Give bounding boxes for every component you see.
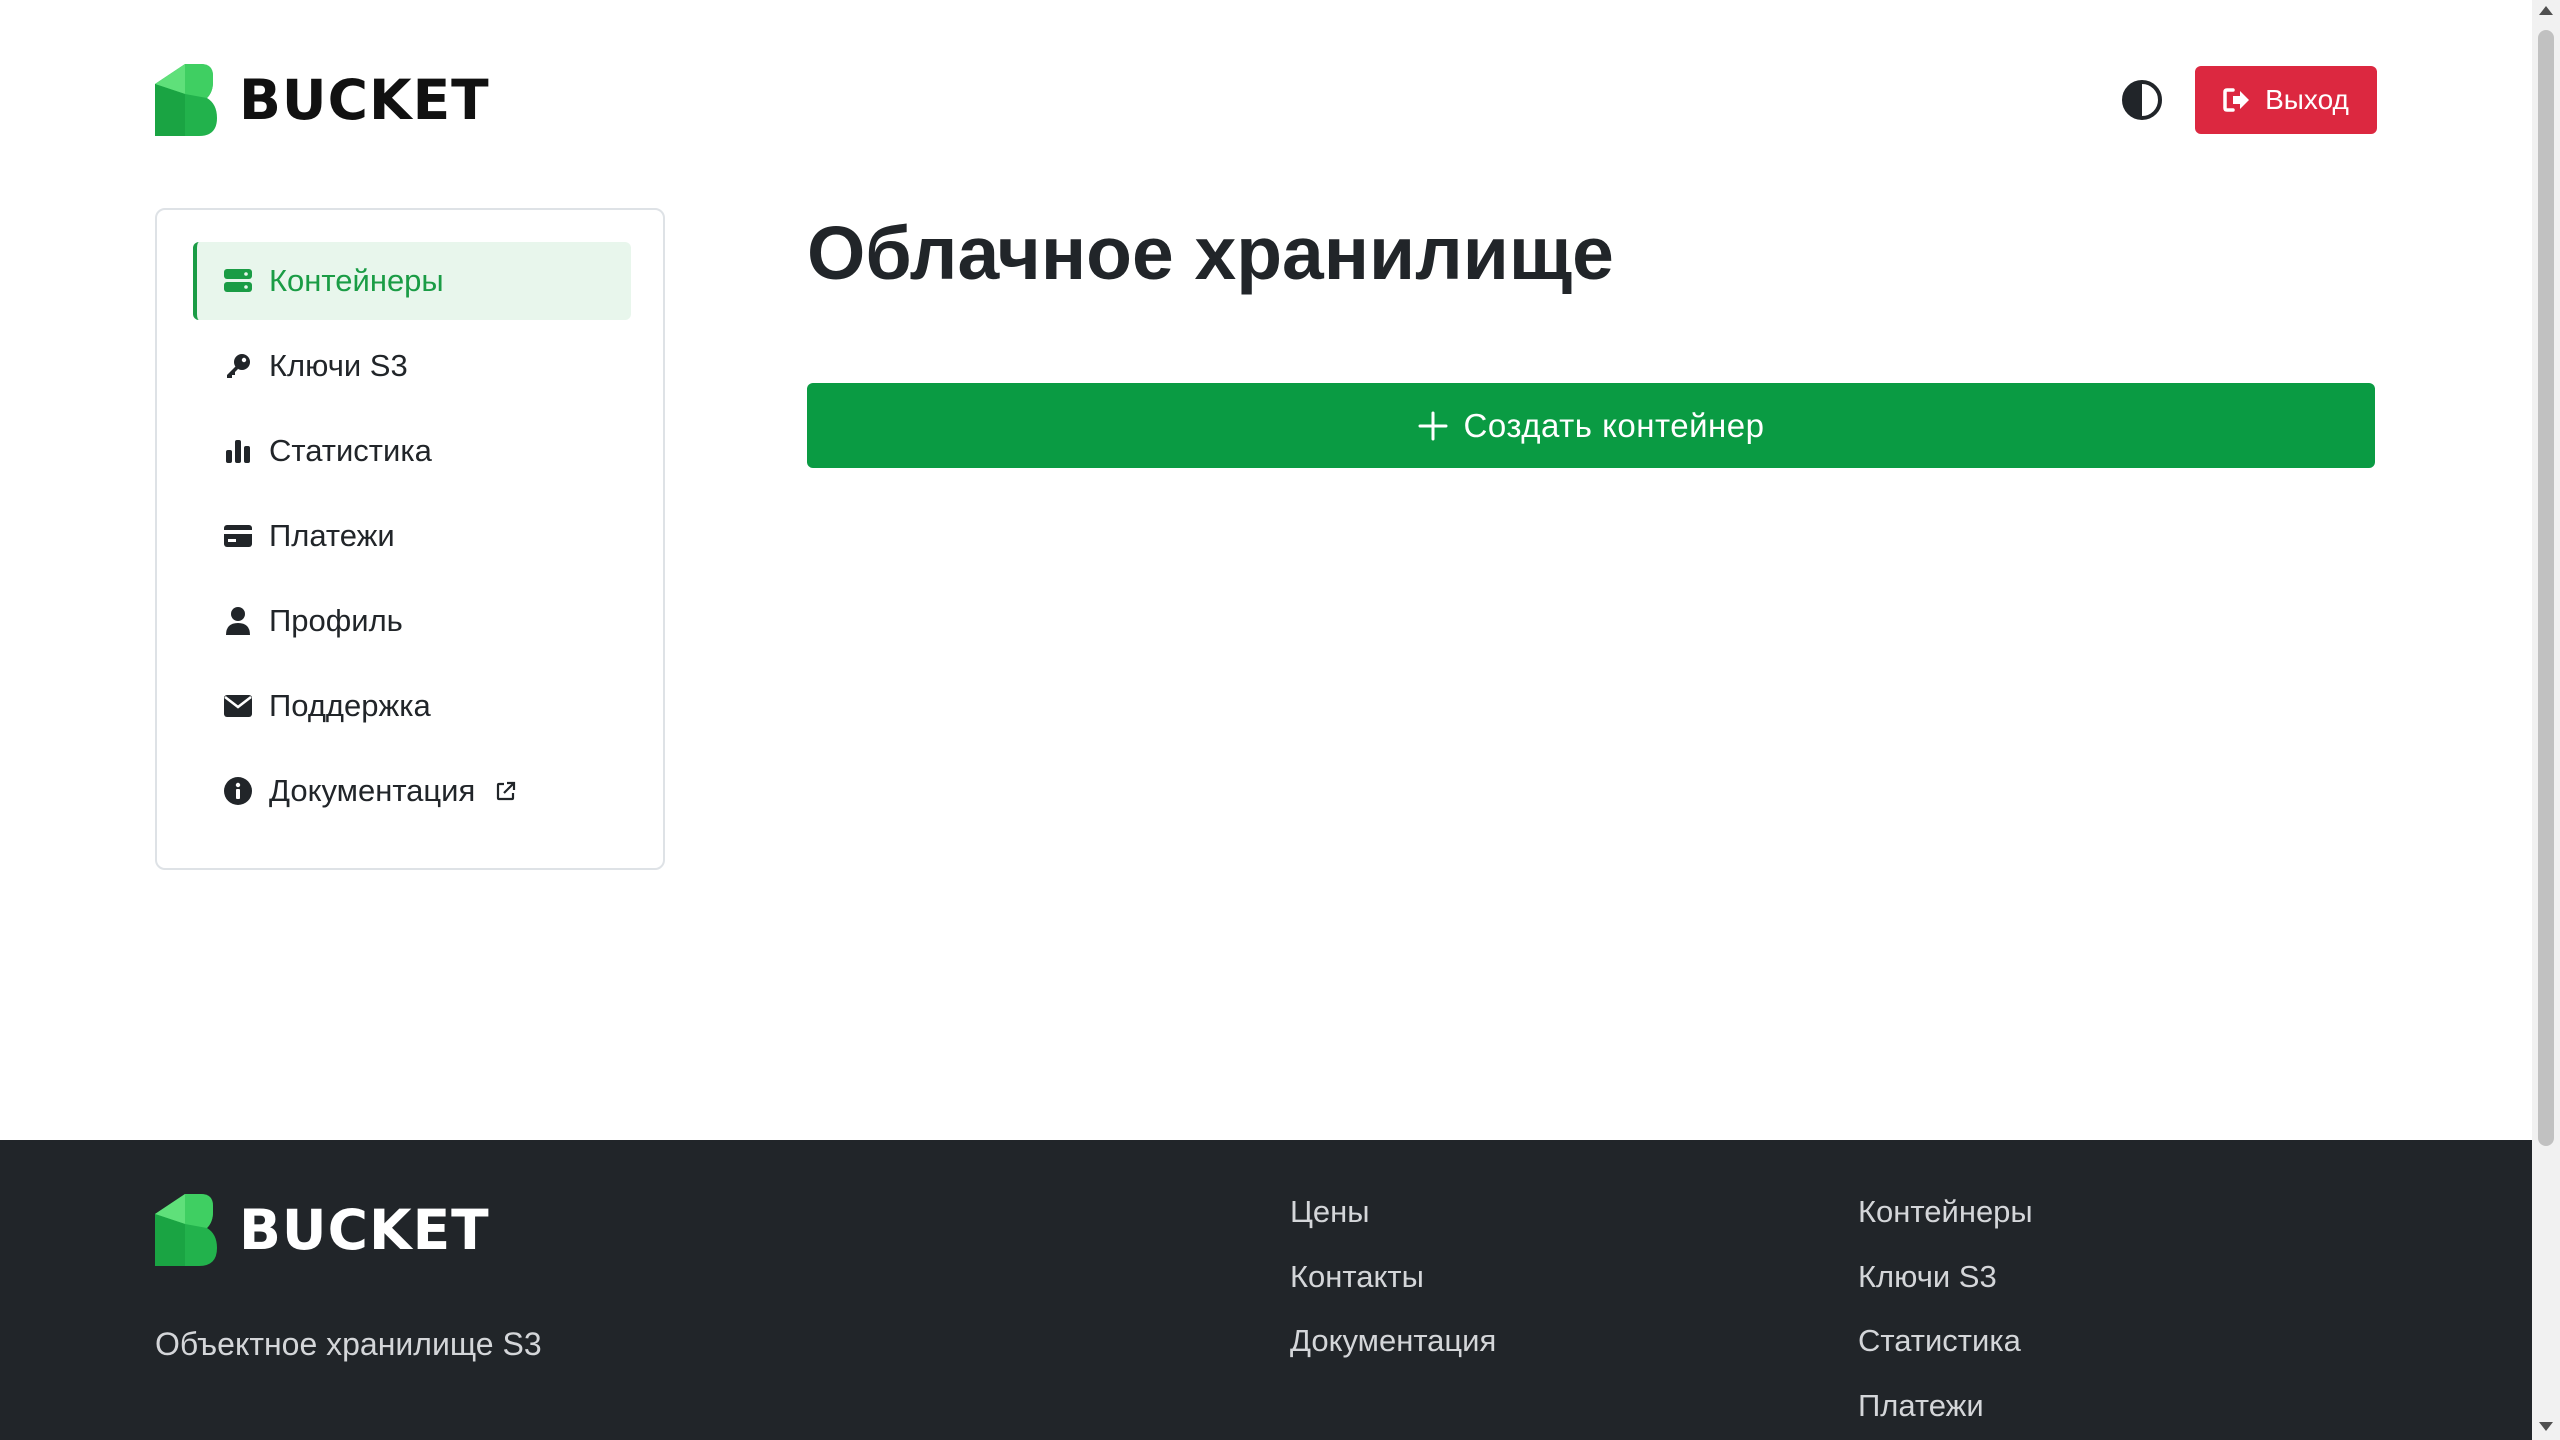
bucket-logo-icon [155, 64, 217, 136]
create-button-label: Создать контейнер [1463, 406, 1765, 444]
footer-link-containers[interactable]: Контейнеры [1858, 1190, 2033, 1255]
sidebar-item-documentation[interactable]: Документация [193, 752, 631, 830]
envelope-icon [223, 691, 253, 721]
footer-logo[interactable]: BUCKET [155, 1194, 490, 1266]
footer-tagline: Объектное хранилище S3 [155, 1326, 542, 1362]
external-link-icon [495, 780, 517, 802]
header: BUCKET Выход [155, 64, 2377, 136]
footer-link-statistics[interactable]: Статистика [1858, 1319, 2033, 1384]
sidebar-item-s3-keys[interactable]: Ключи S3 [193, 327, 631, 405]
info-icon [223, 776, 253, 806]
sidebar-item-label: Документация [269, 773, 476, 808]
footer: BUCKET Объектное хранилище S3 Цены Конта… [0, 1140, 2532, 1440]
plus-icon [1418, 411, 1448, 440]
sidebar: Контейнеры Ключи S3 Статистика Платежи П… [155, 208, 665, 870]
footer-link-documentation[interactable]: Документация [1290, 1319, 1496, 1384]
server-icon [223, 266, 253, 296]
sidebar-item-label: Профиль [269, 603, 403, 638]
user-icon [223, 606, 253, 636]
bucket-logo-icon [155, 1194, 217, 1266]
logo[interactable]: BUCKET [155, 64, 490, 136]
scroll-thumb[interactable] [2538, 30, 2554, 1146]
bar-chart-icon [223, 436, 253, 466]
vertical-scrollbar[interactable] [2532, 0, 2560, 1440]
sidebar-item-support[interactable]: Поддержка [193, 667, 631, 745]
key-icon [223, 351, 253, 381]
page: BUCKET Выход Контейнеры Ключи S3 Статист… [0, 0, 2532, 1440]
credit-card-icon [223, 521, 253, 551]
scroll-down-arrow-icon[interactable] [2539, 1422, 2553, 1431]
sidebar-item-statistics[interactable]: Статистика [193, 412, 631, 490]
footer-link-prices[interactable]: Цены [1290, 1190, 1496, 1255]
sidebar-item-containers[interactable]: Контейнеры [193, 242, 631, 320]
sidebar-item-label: Контейнеры [269, 263, 444, 298]
page-title: Облачное хранилище [807, 211, 1614, 295]
footer-links-col1: Цены Контакты Документация [1290, 1190, 1496, 1384]
sidebar-item-label: Платежи [269, 518, 395, 553]
scroll-up-arrow-icon[interactable] [2539, 6, 2553, 15]
footer-link-payments[interactable]: Платежи [1858, 1384, 2033, 1440]
footer-link-contacts[interactable]: Контакты [1290, 1255, 1496, 1320]
create-container-button[interactable]: Создать контейнер [807, 383, 2375, 468]
logout-label: Выход [2265, 84, 2349, 115]
sidebar-item-label: Статистика [269, 433, 432, 468]
logo-text: BUCKET [239, 67, 490, 132]
sidebar-item-label: Ключи S3 [269, 348, 408, 383]
footer-links-col2: Контейнеры Ключи S3 Статистика Платежи [1858, 1190, 2033, 1440]
sidebar-item-profile[interactable]: Профиль [193, 582, 631, 660]
theme-toggle-button[interactable] [2120, 78, 2164, 122]
sidebar-item-payments[interactable]: Платежи [193, 497, 631, 575]
sidebar-item-label: Поддержка [269, 688, 431, 723]
sign-out-icon [2223, 88, 2250, 112]
logout-button[interactable]: Выход [2195, 66, 2377, 134]
footer-logo-text: BUCKET [239, 1197, 490, 1262]
footer-link-s3-keys[interactable]: Ключи S3 [1858, 1255, 2033, 1320]
contrast-icon [2122, 80, 2162, 120]
